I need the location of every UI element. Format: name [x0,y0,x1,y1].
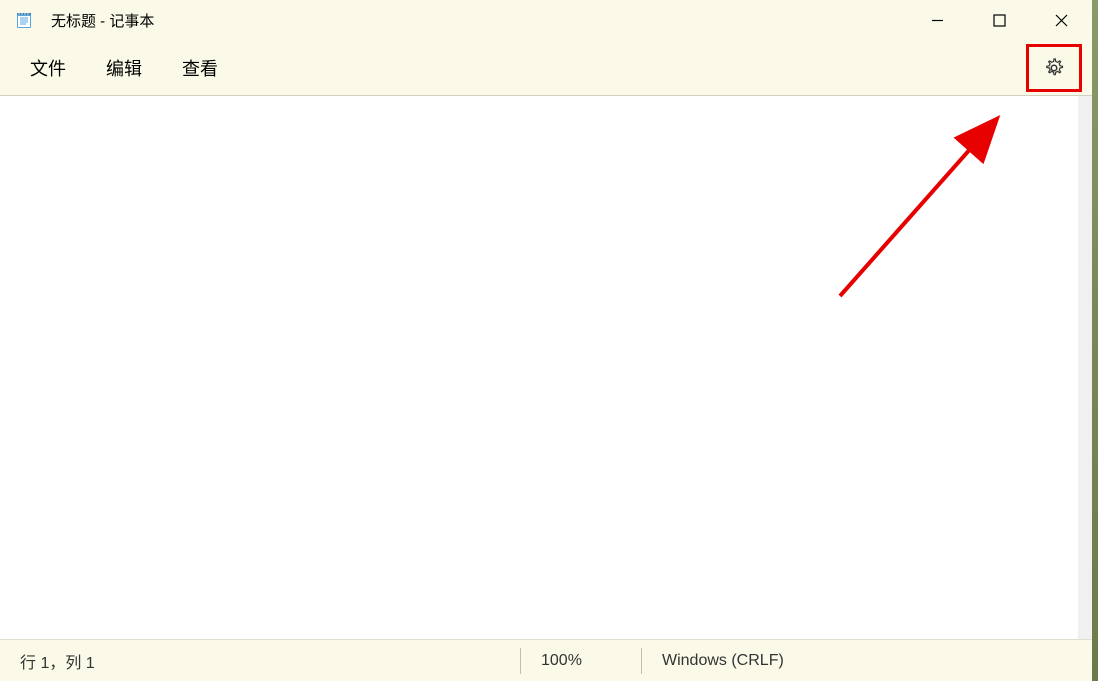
titlebar: 无标题 - 记事本 [0,0,1092,40]
menubar: 文件 编辑 查看 [0,40,1092,96]
status-position: 行 1，列 1 [0,649,520,673]
settings-button[interactable] [1026,44,1082,92]
maximize-button[interactable] [968,0,1030,40]
minimize-button[interactable] [906,0,968,40]
desktop-edge [1092,0,1098,681]
gear-icon [1044,58,1064,78]
status-encoding: Windows (CRLF) [642,652,804,670]
notepad-icon [15,11,33,29]
editor-area [0,96,1092,639]
text-editor[interactable] [0,96,1092,639]
menu-file[interactable]: 文件 [14,47,82,89]
menu-view[interactable]: 查看 [166,47,234,89]
menu-edit[interactable]: 编辑 [90,47,158,89]
vertical-scrollbar[interactable] [1078,96,1092,639]
window-title: 无标题 - 记事本 [51,10,906,31]
close-button[interactable] [1030,0,1092,40]
status-zoom: 100% [521,652,641,670]
statusbar: 行 1，列 1 100% Windows (CRLF) [0,639,1092,681]
